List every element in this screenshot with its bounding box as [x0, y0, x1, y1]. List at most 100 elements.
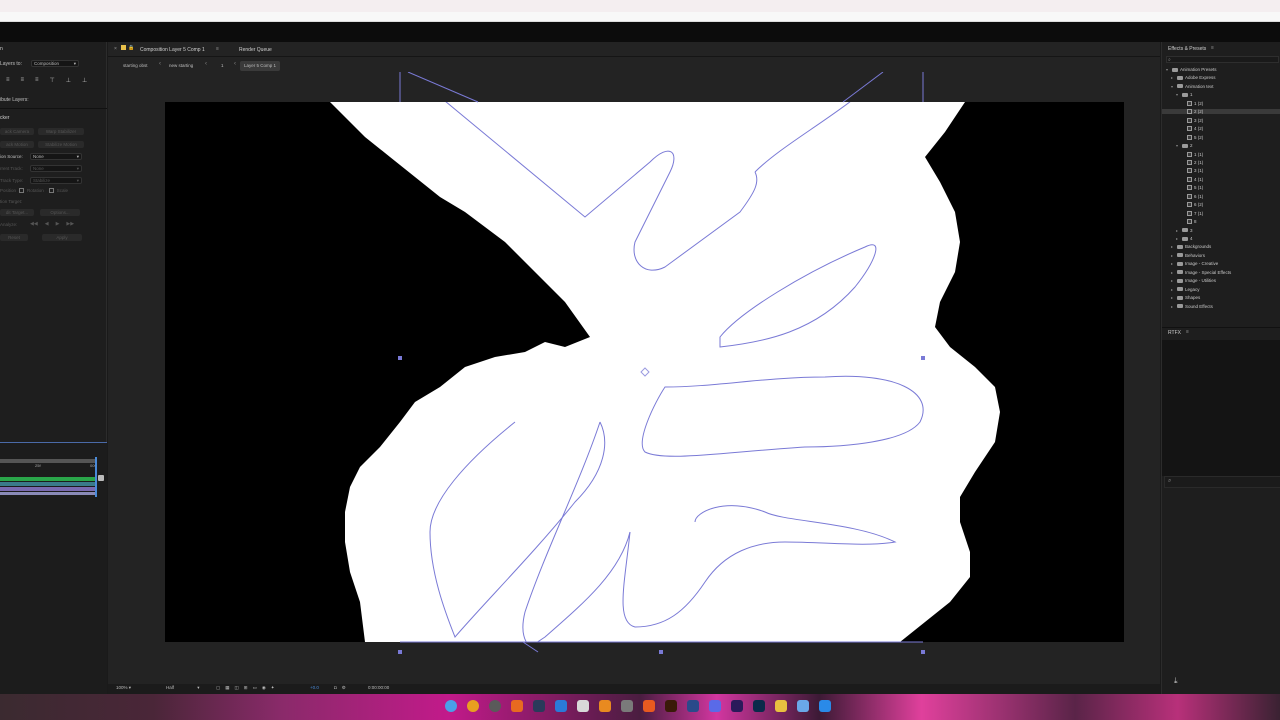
rotation-checkbox[interactable]	[48, 188, 54, 193]
tree-preset[interactable]: 6 (1)	[1181, 193, 1203, 199]
tree-folder[interactable]: ▸ 4	[1176, 236, 1193, 241]
camera-icon[interactable]: ◘	[334, 685, 337, 691]
chevron-down-icon[interactable]: ▾	[1166, 67, 1170, 72]
chevron-right-icon[interactable]: ▸	[1171, 287, 1175, 292]
davinci-icon[interactable]	[489, 700, 501, 712]
channel-icon[interactable]: ◉	[262, 685, 266, 691]
analyze-forward-all-icon[interactable]: ▶▶	[66, 221, 74, 227]
bbox-handle-left[interactable]	[398, 356, 402, 360]
tree-preset[interactable]: 2 (1)	[1181, 159, 1203, 165]
tree-preset[interactable]: 4 (2)	[1181, 126, 1203, 132]
download-icon[interactable]: ⤓	[1174, 676, 1178, 686]
tree-preset[interactable]: 3 (2)	[1181, 117, 1203, 123]
chevron-right-icon[interactable]: ▸	[1176, 228, 1180, 233]
tree-preset[interactable]: 1 (2)	[1181, 100, 1203, 106]
color-management-icon[interactable]: ✦	[271, 685, 275, 691]
bbox-handle-bottom-left[interactable]	[398, 650, 402, 654]
view-layout-icon[interactable]: ▭	[253, 685, 257, 691]
analyze-back-icon[interactable]: ◀	[45, 221, 49, 227]
align-bottom-icon[interactable]: ⊥	[82, 77, 87, 84]
illustrator-icon[interactable]	[665, 700, 677, 712]
resolution-dropdown[interactable]: Half ▾	[166, 685, 200, 691]
effects-search-input[interactable]: ⌕	[1166, 56, 1279, 63]
chevron-down-icon[interactable]: ▾	[1171, 84, 1175, 89]
tree-preset[interactable]: 8	[1181, 219, 1197, 225]
timeline-layer-bar-green[interactable]	[0, 477, 96, 481]
chevron-right-icon[interactable]: ▸	[1171, 270, 1175, 275]
timer-icon[interactable]	[577, 700, 589, 712]
warp-stabilizer-button[interactable]: Warp Stabilizer	[38, 128, 84, 135]
apply-button[interactable]: Apply	[42, 234, 82, 241]
tree-folder[interactable]: ▸ Legacy	[1171, 287, 1200, 292]
chevron-right-icon[interactable]: ▸	[1171, 253, 1175, 258]
layers-to-dropdown[interactable]: Composition ▾	[31, 60, 79, 67]
timeline-work-area[interactable]	[0, 459, 96, 463]
chevron-right-icon[interactable]: ▸	[1171, 261, 1175, 266]
chevron-right-icon[interactable]: ▸	[1171, 75, 1175, 80]
tree-folder[interactable]: ▸ Image - Utilities	[1171, 278, 1216, 283]
chevron-down-icon[interactable]: ▾	[1176, 143, 1180, 148]
tree-preset[interactable]: 1 (1)	[1181, 151, 1203, 157]
tree-folder[interactable]: ▸ Image - Creative	[1171, 261, 1218, 266]
breadcrumb-layer-5-comp-1[interactable]: Layer 5 Comp 1	[240, 61, 281, 71]
menu-icon[interactable]: ≡	[1186, 329, 1189, 335]
edit-target-button[interactable]: dit Target...	[0, 209, 34, 216]
copilot-icon[interactable]	[797, 700, 809, 712]
tree-preset[interactable]: 3 (1)	[1181, 168, 1203, 174]
options-button[interactable]: Options...	[40, 209, 80, 216]
tree-folder[interactable]: ▾ Animation Presets	[1166, 67, 1217, 72]
menu-icon[interactable]: ≡	[1211, 45, 1214, 51]
timeline-layer-bar-lavender[interactable]	[0, 492, 96, 495]
blender-icon[interactable]	[687, 700, 699, 712]
analyze-back-all-icon[interactable]: ◀◀	[30, 221, 38, 227]
breadcrumb-new-starting[interactable]: new starting	[169, 61, 193, 71]
folder-icon[interactable]	[775, 700, 787, 712]
tree-folder[interactable]: ▸ Sound Effects	[1171, 304, 1213, 309]
bbox-handle-bottom-right[interactable]	[921, 650, 925, 654]
tab-composition[interactable]: Composition Layer 5 Comp 1	[140, 47, 205, 53]
close-icon[interactable]: ×	[114, 46, 117, 52]
lock-icon[interactable]: 🔒	[128, 45, 134, 51]
timeline-layer-bar-teal[interactable]	[0, 482, 96, 486]
chevron-right-icon[interactable]: ▸	[1176, 236, 1180, 241]
timeline-end-handle[interactable]	[98, 475, 104, 481]
chevron-right-icon[interactable]: ▸	[1171, 304, 1175, 309]
tree-folder[interactable]: ▸ 3	[1176, 228, 1193, 233]
vlc-icon[interactable]	[599, 700, 611, 712]
stabilize-motion-button[interactable]: Stabilize Motion	[38, 141, 84, 148]
chevron-right-icon[interactable]: ▸	[1171, 278, 1175, 283]
track-motion-button[interactable]: ack Motion	[0, 141, 34, 148]
tree-folder[interactable]: ▾ Animation text	[1171, 84, 1214, 89]
position-checkbox[interactable]	[19, 188, 25, 193]
discord-icon[interactable]	[709, 700, 721, 712]
tree-folder[interactable]: ▾ 2	[1176, 143, 1193, 148]
exposure-value[interactable]: +0.0	[310, 685, 319, 690]
tree-preset[interactable]: 5 (1)	[1181, 185, 1203, 191]
timeline-layer-bar-purple[interactable]	[0, 487, 96, 491]
region-of-interest-icon[interactable]: ▢	[216, 685, 220, 691]
tab-render-queue[interactable]: Render Queue	[239, 47, 272, 53]
align-middle-icon[interactable]: ⊥	[66, 77, 71, 84]
align-center-icon[interactable]: ≡	[21, 77, 25, 84]
tree-preset[interactable]: 2 (2)	[1162, 109, 1280, 115]
breadcrumb-starting-obst[interactable]: starting obst	[123, 61, 148, 71]
transparency-grid-icon[interactable]: ▦	[225, 685, 229, 691]
bbox-handle-bottom-center[interactable]	[659, 650, 663, 654]
mask-visibility-icon[interactable]: ◫	[235, 685, 239, 691]
track-camera-button[interactable]: ack Camera	[0, 128, 34, 135]
tree-folder[interactable]: ▸ Behaviors	[1171, 253, 1205, 258]
guides-icon[interactable]: ⊞	[244, 685, 248, 691]
tree-folder[interactable]: ▸ Image - Special Effects	[1171, 270, 1231, 275]
tree-folder[interactable]: ▸ Adobe Express	[1171, 75, 1216, 80]
tree-folder[interactable]: ▸ Backgrounds	[1171, 244, 1211, 249]
breadcrumb-1[interactable]: 1	[221, 61, 224, 71]
tree-preset[interactable]: 5 (2)	[1181, 134, 1203, 140]
rtfx-search-input[interactable]: ⌕	[1164, 476, 1280, 488]
align-left-icon[interactable]: ≡	[6, 77, 10, 84]
timecode-display[interactable]: 0:00:00:00	[368, 685, 389, 690]
current-track-dropdown[interactable]: None ▾	[30, 165, 82, 172]
track-type-dropdown[interactable]: Stabilize ▾	[30, 177, 82, 184]
chevron-right-icon[interactable]: ▸	[1171, 244, 1175, 249]
motion-source-dropdown[interactable]: None ▾	[30, 153, 82, 160]
align-top-icon[interactable]: ⊤	[50, 77, 55, 84]
